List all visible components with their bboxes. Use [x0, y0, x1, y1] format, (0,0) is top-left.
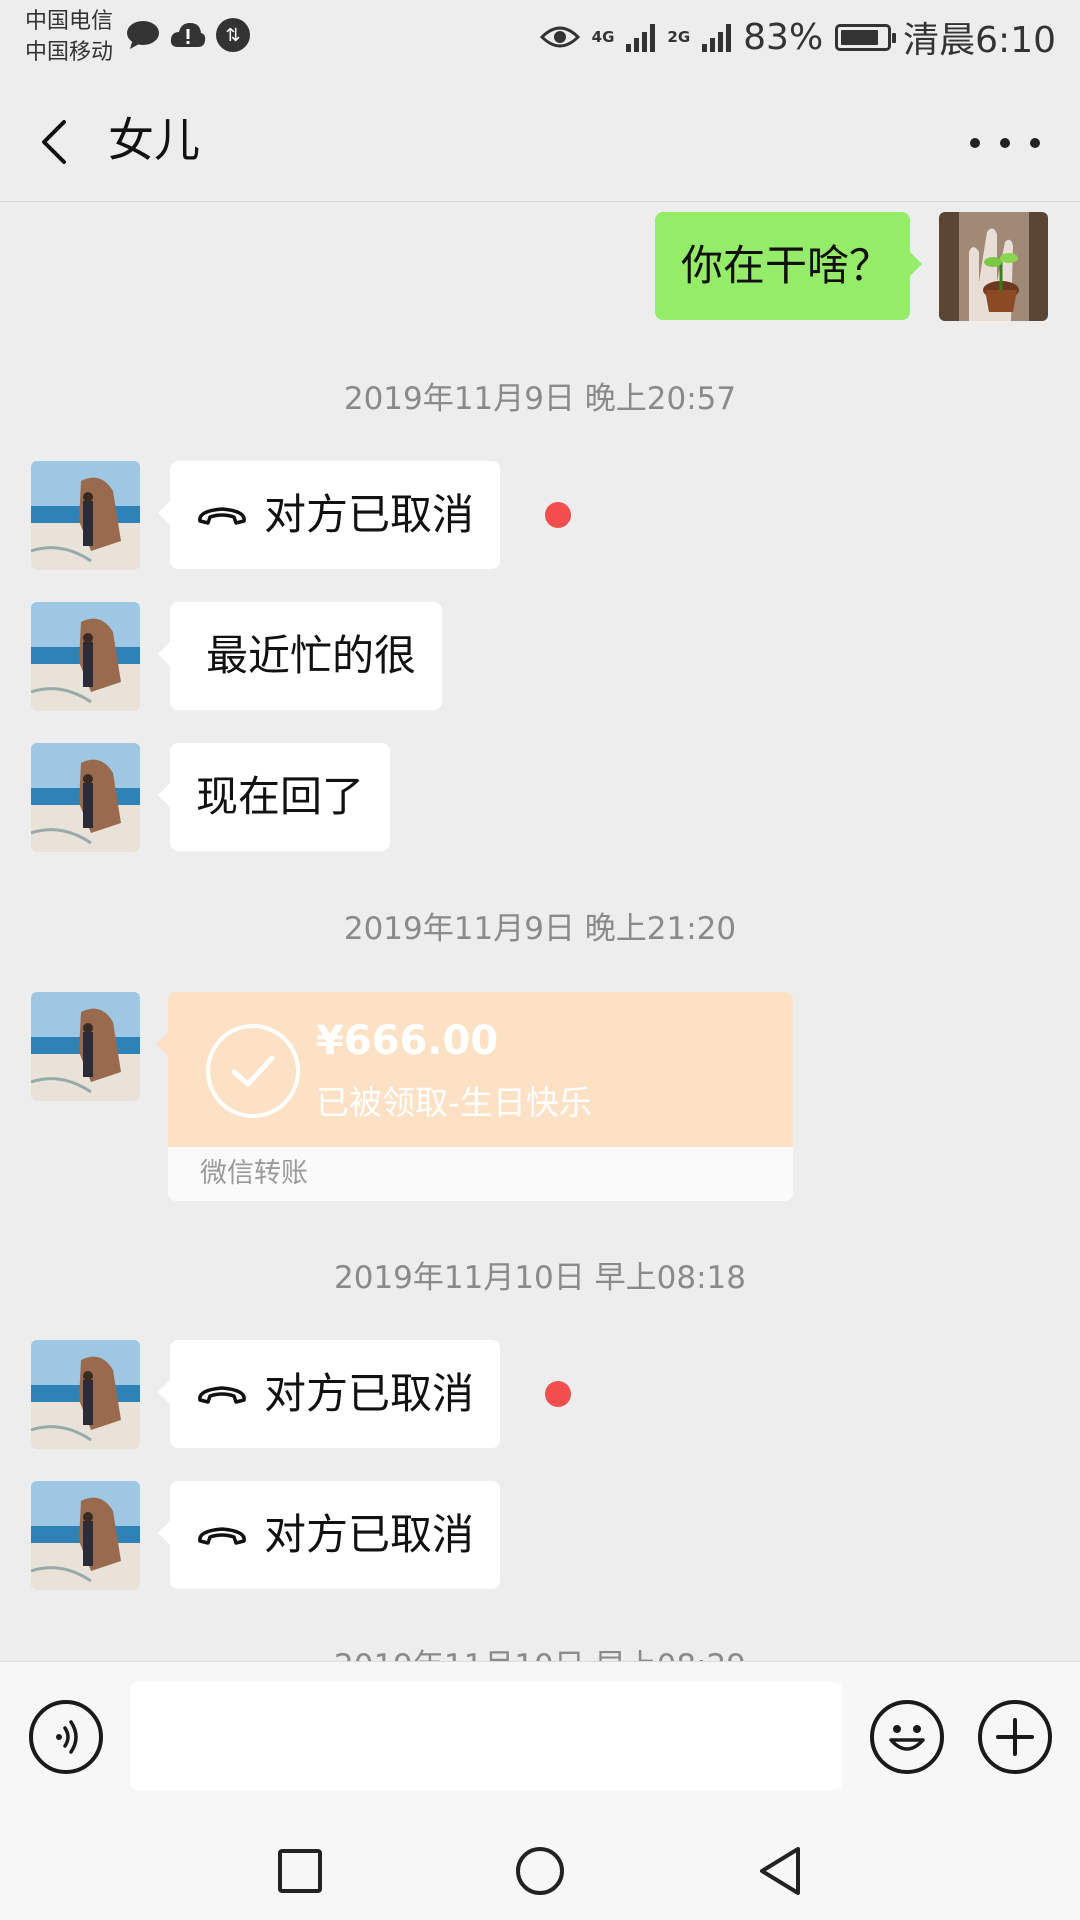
emoji-icon[interactable] [870, 1700, 944, 1774]
contact-avatar[interactable] [31, 743, 140, 852]
chevron-left-icon[interactable] [32, 114, 82, 170]
message-list[interactable]: 你在干啥？ 2019年11月9日 晚上20:57 对方已取消 最近忙的很 现在回… [0, 203, 1080, 1661]
eye-icon [539, 26, 580, 48]
chat-bubble-icon [127, 21, 159, 49]
unread-dot [545, 502, 571, 528]
plus-icon[interactable] [978, 1700, 1052, 1774]
transfer-tail [156, 1032, 168, 1056]
page-title: 女儿 [108, 113, 200, 167]
transfer-amount: ¥666.00 [316, 1018, 499, 1064]
phone-hangup-icon [198, 506, 246, 525]
transfer-card[interactable]: ¥666.00 已被领取-生日快乐 微信转账 [168, 992, 793, 1201]
system-nav-bar [0, 1817, 1080, 1920]
voice-icon[interactable] [29, 1700, 103, 1774]
unread-dot [545, 1381, 571, 1407]
phone-hangup-icon [198, 1385, 246, 1404]
call-cancelled-label: 对方已取消 [264, 490, 475, 539]
timestamp: 2019年11月9日 晚上21:20 [343, 911, 737, 947]
message-text: 最近忙的很 [206, 631, 417, 680]
call-cancelled-message[interactable]: 对方已取消 [157, 1481, 501, 1589]
carrier-2: 中国移动 [25, 40, 114, 65]
status-right: 4G 2G 83% 清晨6:10 [539, 12, 1056, 62]
contact-avatar[interactable] [31, 992, 140, 1101]
contact-avatar[interactable] [31, 602, 140, 711]
call-cancelled-message[interactable]: 对方已取消 [157, 461, 501, 569]
timestamp: 2019年11月10日 早上08:18 [334, 1260, 746, 1296]
status-bar: 中国电信 中国移动 ⇅ 4G 2G 83% 清晨6:10 [0, 0, 1080, 78]
timestamp: 2019年11月9日 晚上20:57 [343, 381, 737, 417]
my-avatar[interactable] [939, 212, 1048, 321]
cloud-alert-icon [170, 23, 206, 47]
battery-icon [835, 23, 897, 51]
call-cancelled-message[interactable]: 对方已取消 [157, 1340, 501, 1448]
contact-avatar[interactable] [31, 1340, 140, 1449]
more-dots-icon[interactable] [970, 118, 1040, 168]
signal-icon [626, 22, 656, 52]
contact-avatar[interactable] [31, 461, 140, 570]
message-input[interactable] [130, 1682, 842, 1790]
network-type-1: 4G [591, 28, 615, 46]
transfer-label: 微信转账 [168, 1147, 793, 1201]
network-type-2: 2G [667, 28, 691, 46]
notification-icons: ⇅ [126, 18, 250, 52]
phone-hangup-icon [198, 1526, 246, 1545]
carrier-labels: 中国电信 中国移动 [25, 6, 113, 68]
carrier-1: 中国电信 [25, 9, 114, 34]
data-sync-icon: ⇅ [216, 18, 250, 52]
check-icon [206, 1024, 300, 1118]
received-message[interactable]: 最近忙的很 [157, 602, 443, 710]
transfer-note: 已被领取-生日快乐 [316, 1083, 592, 1122]
input-bar [0, 1661, 1080, 1817]
call-cancelled-label: 对方已取消 [264, 1510, 475, 1559]
back-icon[interactable] [750, 1841, 810, 1901]
contact-avatar[interactable] [31, 1481, 140, 1590]
chat-header: 女儿 [0, 78, 1080, 202]
sent-message[interactable]: 你在干啥？ [655, 212, 922, 320]
transfer-card-body: ¥666.00 已被领取-生日快乐 [168, 992, 793, 1147]
home-icon[interactable] [510, 1841, 570, 1901]
timestamp: 2019年11月10日 早上08:29 [0, 1640, 1080, 1661]
received-message[interactable]: 现在回了 [157, 743, 391, 851]
battery-percent: 83% [743, 16, 824, 58]
signal-icon-2 [702, 22, 732, 52]
call-cancelled-label: 对方已取消 [264, 1369, 475, 1418]
recent-apps-icon[interactable] [270, 1841, 330, 1901]
clock: 清晨6:10 [903, 20, 1056, 61]
